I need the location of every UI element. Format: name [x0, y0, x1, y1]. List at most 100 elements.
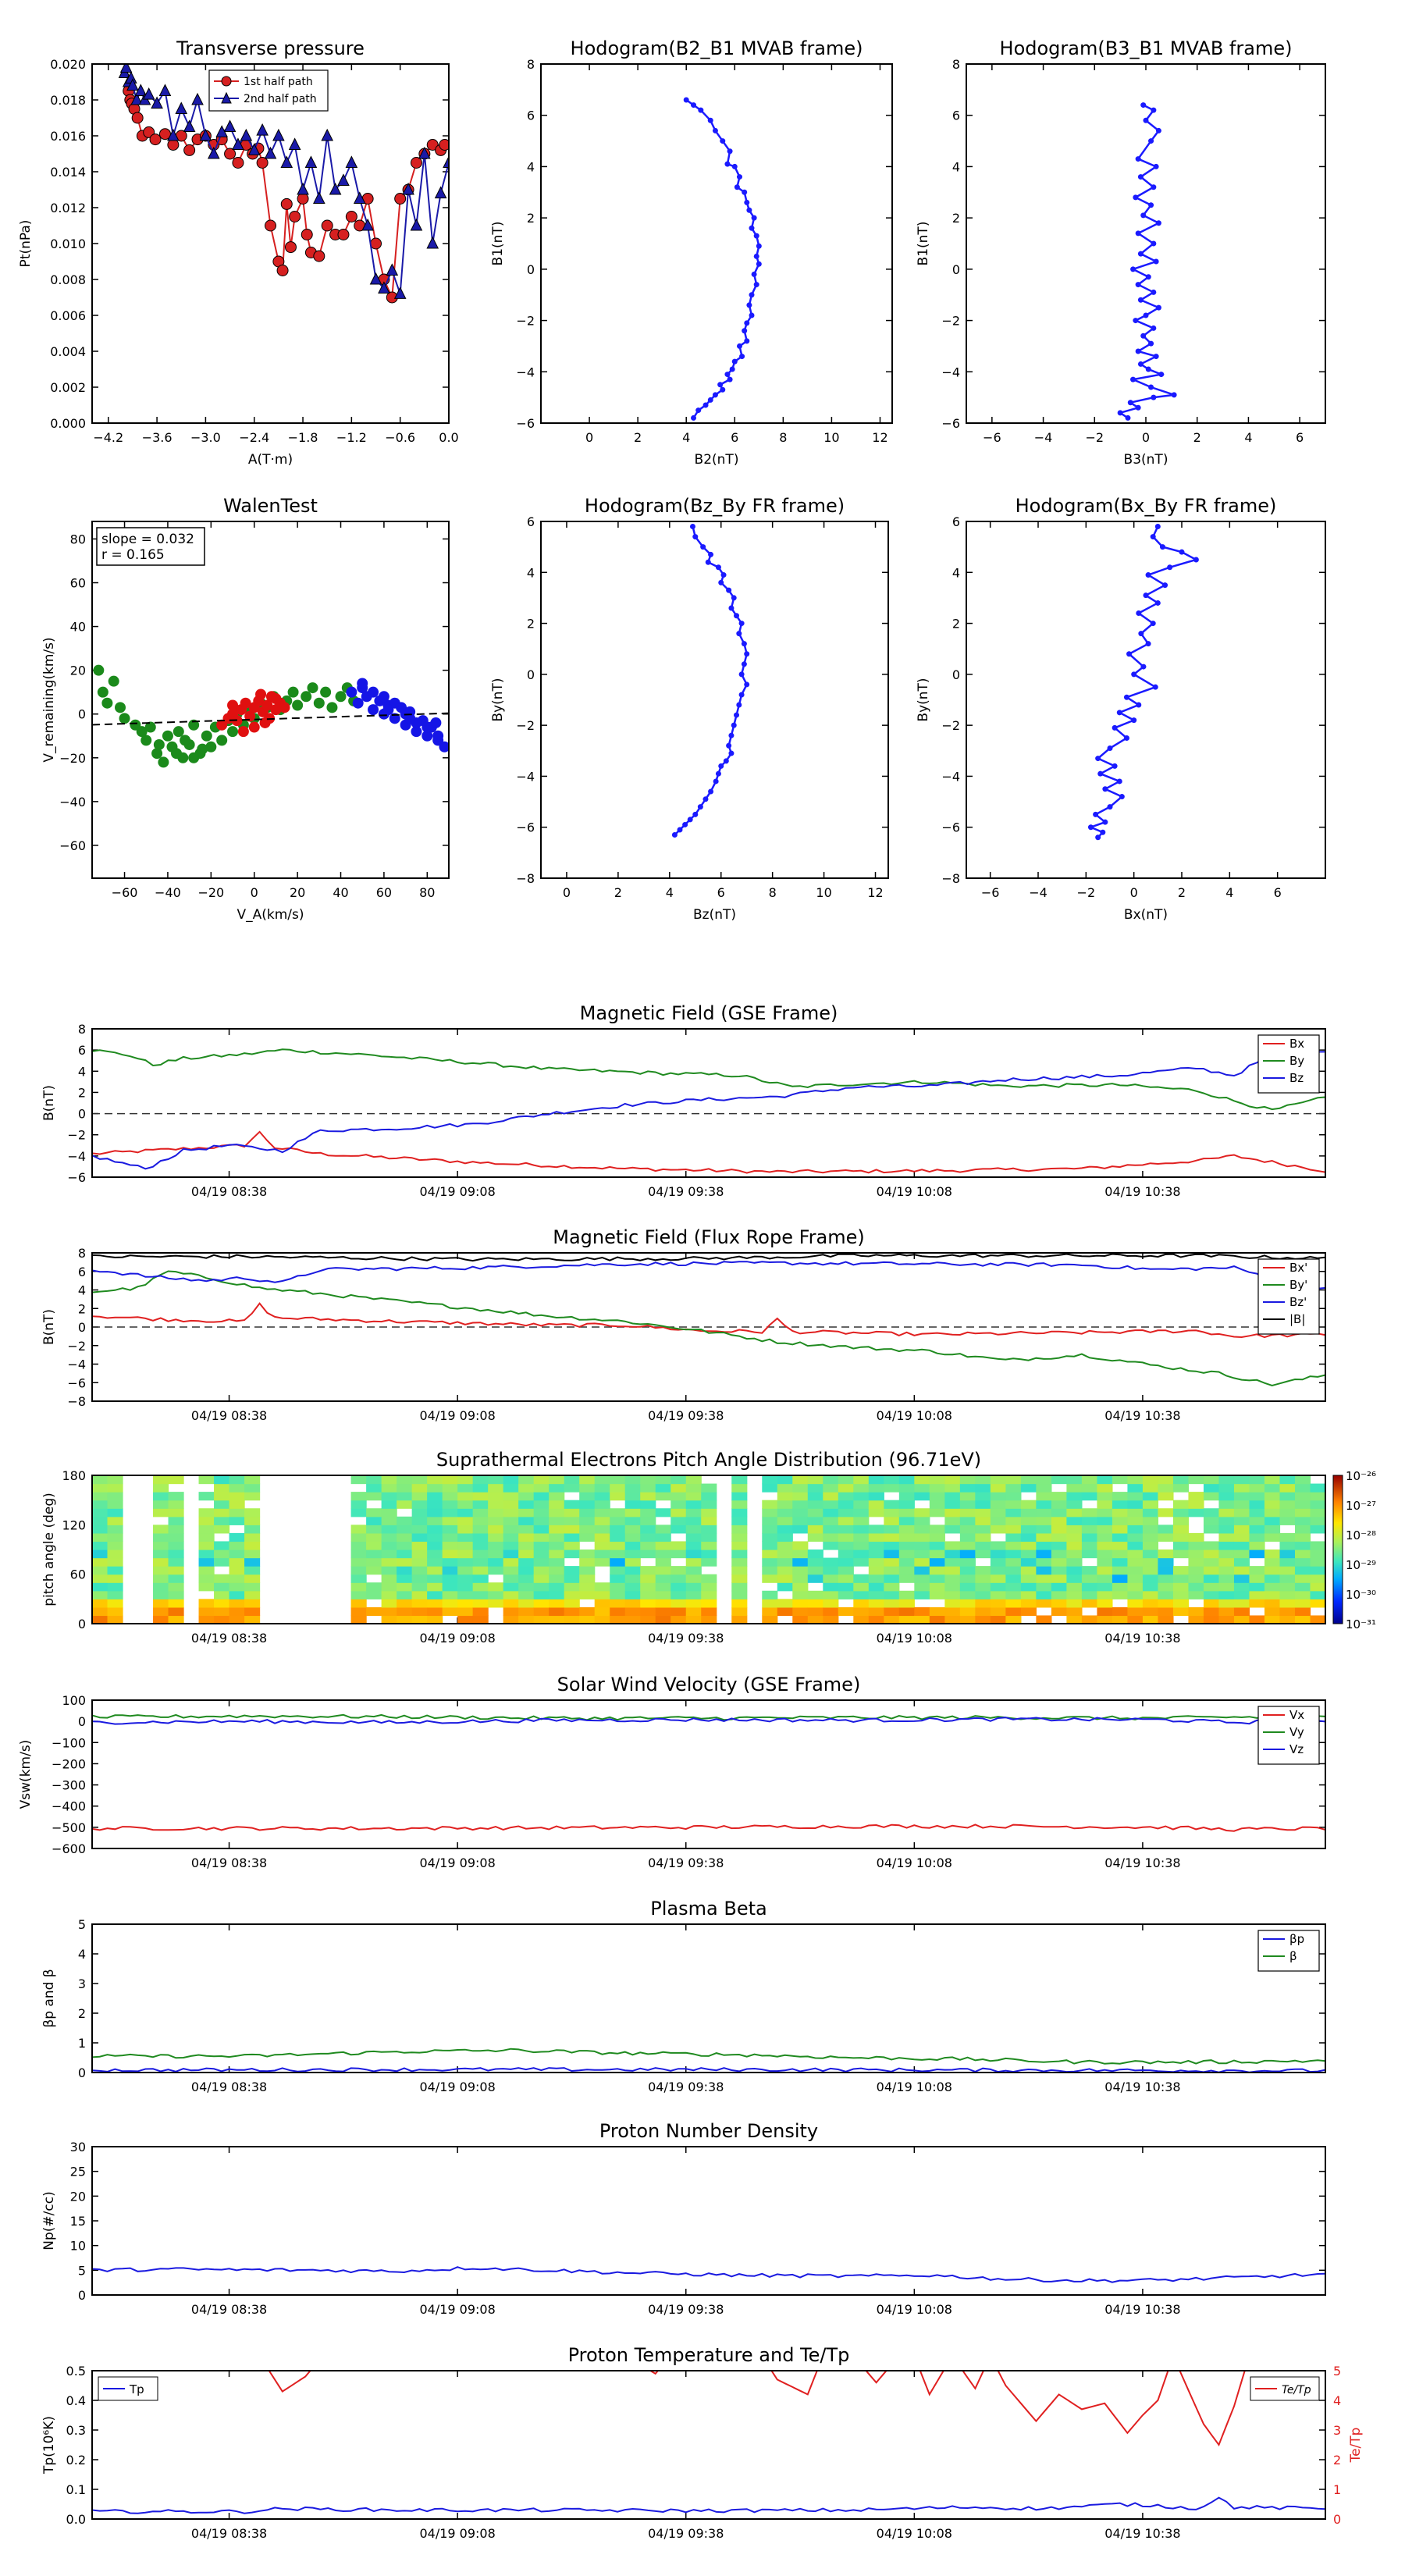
- x-axis-label: Bx(nT): [1124, 907, 1168, 923]
- x-tick-label: 6: [731, 430, 738, 445]
- heatmap-cell: [640, 1550, 656, 1559]
- heatmap-cell: [1158, 1483, 1174, 1493]
- heatmap-cell: [1188, 1590, 1204, 1599]
- heatmap-cell: [1036, 1599, 1052, 1608]
- heatmap-cell: [929, 1574, 945, 1583]
- series-line: [92, 1048, 1325, 1170]
- hodogram-point: [695, 407, 702, 414]
- heatmap-cell: [1142, 1532, 1159, 1542]
- heatmap-cell: [366, 1582, 382, 1592]
- heatmap-cell: [1172, 1516, 1190, 1525]
- heatmap-cell: [457, 1550, 474, 1559]
- hodogram-point: [756, 261, 762, 267]
- heatmap-cell: [442, 1550, 458, 1559]
- heatmap-cell: [624, 1508, 641, 1517]
- heatmap-cell: [198, 1615, 215, 1624]
- y-tick-label: −600: [52, 1841, 86, 1856]
- heatmap-cell: [655, 1541, 671, 1550]
- heatmap-cell: [397, 1475, 413, 1485]
- heatmap-cell: [868, 1606, 884, 1617]
- heatmap-cell: [427, 1615, 443, 1624]
- x-tick-label: 04/19 09:08: [419, 1408, 495, 1423]
- heatmap-cell: [488, 1516, 504, 1525]
- hodogram-point: [1159, 544, 1165, 550]
- annotation-text: slope = 0.032: [101, 532, 194, 547]
- heatmap-cell: [472, 1500, 489, 1509]
- heatmap-cell: [1310, 1508, 1326, 1517]
- heatmap-cell: [1294, 1532, 1311, 1542]
- heatmap-cell: [853, 1590, 870, 1599]
- heatmap-cell: [929, 1532, 945, 1542]
- heatmap-cell: [153, 1475, 169, 1485]
- heatmap-cell: [1233, 1590, 1250, 1599]
- heatmap-cell: [624, 1606, 641, 1617]
- heatmap-cell: [655, 1475, 671, 1485]
- heatmap-cell: [838, 1582, 854, 1592]
- hodogram-point: [1100, 829, 1106, 835]
- y-tick-label: 6: [952, 109, 960, 123]
- heatmap-cell: [670, 1582, 687, 1592]
- heatmap-cell: [472, 1550, 489, 1559]
- heatmap-cell: [1127, 1590, 1144, 1599]
- heatmap-cell: [685, 1566, 702, 1575]
- heatmap-cell: [244, 1483, 261, 1493]
- heatmap-cell: [1036, 1516, 1052, 1525]
- hodogram-point: [1155, 304, 1161, 311]
- heatmap-cell: [1097, 1475, 1113, 1485]
- x-tick-label: 04/19 08:38: [191, 1631, 267, 1646]
- heatmap-cell: [472, 1541, 489, 1550]
- heatmap-cell: [670, 1615, 687, 1624]
- heatmap-cell: [579, 1532, 596, 1542]
- heatmap-cell: [929, 1566, 945, 1575]
- hodogram-point: [692, 534, 699, 540]
- heatmap-cell: [442, 1483, 458, 1493]
- heatmap-cell: [244, 1550, 261, 1559]
- legend-label: Bx': [1289, 1261, 1307, 1275]
- heatmap-cell: [457, 1532, 474, 1542]
- y-tick-label: −6: [67, 1375, 86, 1390]
- y-tick-label: 8: [78, 1022, 86, 1037]
- heatmap-cell: [990, 1550, 1006, 1559]
- chart-title: Hodogram(Bx_By FR frame): [1016, 495, 1277, 517]
- heatmap-cell: [1066, 1541, 1083, 1550]
- heatmap-cell: [1127, 1557, 1144, 1567]
- heatmap-cell: [442, 1532, 458, 1542]
- heatmap-cell: [1310, 1500, 1326, 1509]
- x-tick-label: 0: [251, 885, 258, 900]
- heatmap-cell: [1066, 1590, 1083, 1599]
- heatmap-cell: [533, 1615, 550, 1624]
- x-axis-label: Bz(nT): [693, 907, 736, 923]
- heatmap-cell: [1203, 1615, 1220, 1624]
- heatmap-cell: [792, 1550, 809, 1559]
- hodogram-point: [705, 559, 711, 565]
- heatmap-cell: [762, 1500, 778, 1509]
- y-tick-label: 20: [70, 664, 86, 678]
- heatmap-cell: [1310, 1550, 1326, 1559]
- heatmap-cell: [792, 1500, 809, 1509]
- data-point: [321, 128, 334, 141]
- heatmap-cell: [92, 1475, 108, 1485]
- y-axis-label: Vsw(km/s): [18, 1740, 34, 1809]
- heatmap-cell: [610, 1508, 626, 1517]
- scatter-point: [357, 678, 368, 689]
- heatmap-cell: [975, 1574, 991, 1583]
- scatter-point: [153, 738, 165, 750]
- heatmap-cell: [1233, 1516, 1250, 1525]
- hodogram-point: [734, 184, 740, 190]
- scatter-point: [382, 704, 394, 716]
- hodogram-point: [671, 832, 678, 838]
- y-axis-label: Np(#/cc): [41, 2191, 57, 2250]
- heatmap-cell: [777, 1516, 793, 1525]
- heatmap-cell: [244, 1541, 261, 1550]
- heatmap-cell: [975, 1483, 991, 1493]
- heatmap-cell: [1203, 1590, 1220, 1599]
- heatmap-cell: [1081, 1475, 1098, 1485]
- heatmap-cell: [1264, 1590, 1281, 1599]
- series-line: [92, 2496, 1325, 2514]
- heatmap-cell: [594, 1615, 610, 1624]
- heatmap-cell: [1249, 1508, 1265, 1517]
- heatmap-cell: [381, 1606, 397, 1617]
- x-tick-label: 04/19 10:38: [1104, 2080, 1180, 2094]
- heatmap-cell: [518, 1550, 535, 1559]
- heatmap-cell: [549, 1574, 565, 1583]
